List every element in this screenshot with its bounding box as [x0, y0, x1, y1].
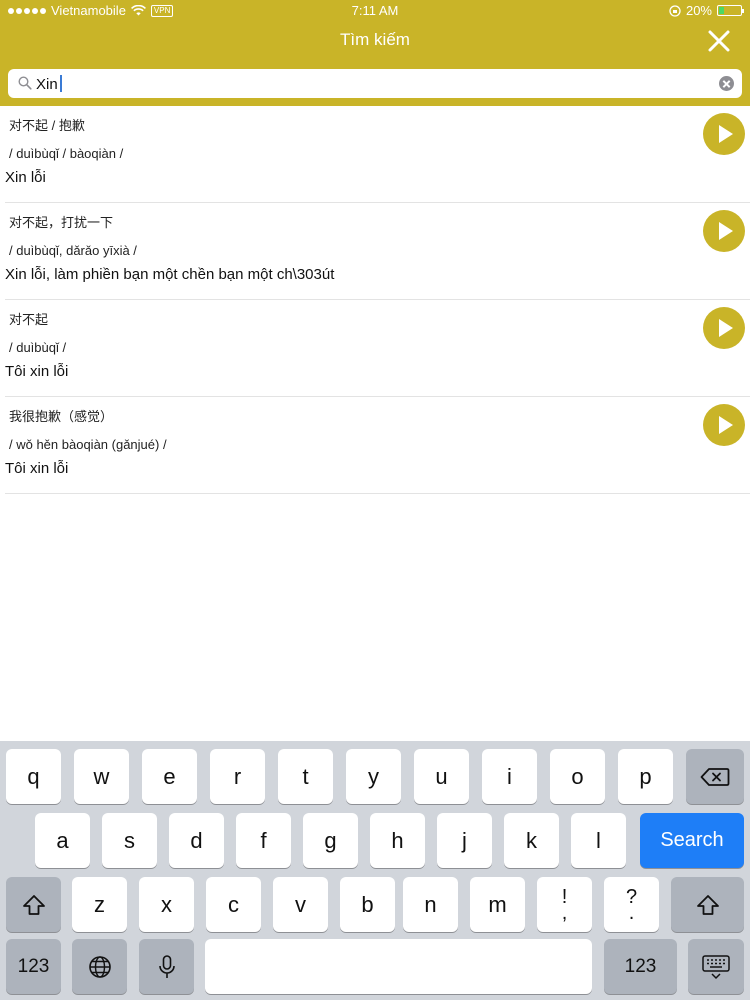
vietnamese-text: Xin lỗi	[5, 169, 46, 186]
key-r[interactable]: r	[210, 749, 265, 804]
key-m[interactable]: m	[470, 877, 525, 932]
on-screen-keyboard: q w e r t y u i o p a s d f g h j k l Se…	[0, 741, 750, 1000]
result-row[interactable]: 对不起 / duìbùqǐ / Tôi xin lỗi	[5, 300, 750, 397]
key-l[interactable]: l	[571, 813, 626, 868]
key-exclamation-comma[interactable]: !,	[537, 877, 592, 932]
numbers-key-left[interactable]: 123	[6, 939, 61, 994]
numbers-key-right[interactable]: 123	[604, 939, 677, 994]
chinese-text: 对不起，打扰一下	[9, 215, 114, 230]
shift-key-right[interactable]	[671, 877, 744, 932]
key-o[interactable]: o	[550, 749, 605, 804]
chinese-text: 对不起 / 抱歉	[9, 118, 85, 133]
result-row[interactable]: 我很抱歉（感觉） / wǒ hěn bàoqiàn (gǎnjué) / Tôi…	[5, 397, 750, 494]
key-x[interactable]: x	[139, 877, 194, 932]
shift-icon	[696, 894, 719, 915]
key-p[interactable]: p	[618, 749, 673, 804]
key-y[interactable]: y	[346, 749, 401, 804]
clear-search-icon[interactable]	[719, 76, 734, 91]
search-input[interactable]: Xin	[8, 69, 742, 98]
key-d[interactable]: d	[169, 813, 224, 868]
key-j[interactable]: j	[437, 813, 492, 868]
key-w[interactable]: w	[74, 749, 129, 804]
play-audio-icon[interactable]	[703, 210, 745, 252]
globe-key[interactable]	[72, 939, 127, 994]
hide-keyboard-key[interactable]	[688, 939, 744, 994]
rotation-lock-icon	[669, 4, 681, 17]
key-q[interactable]: q	[6, 749, 61, 804]
key-a[interactable]: a	[35, 813, 90, 868]
key-symbol-bottom: .	[628, 901, 635, 924]
search-query: Xin	[36, 76, 58, 93]
play-audio-icon[interactable]	[703, 307, 745, 349]
key-z[interactable]: z	[72, 877, 127, 932]
key-n[interactable]: n	[403, 877, 458, 932]
pinyin-text: / wǒ hěn bàoqiàn (gǎnjué) /	[9, 437, 167, 452]
search-icon	[18, 76, 32, 90]
pinyin-text: / duìbùqǐ / bàoqiàn /	[9, 146, 124, 161]
backspace-icon	[700, 767, 730, 786]
key-b[interactable]: b	[340, 877, 395, 932]
key-s[interactable]: s	[102, 813, 157, 868]
play-audio-icon[interactable]	[703, 404, 745, 446]
key-question-period[interactable]: ?.	[604, 877, 659, 932]
search-key[interactable]: Search	[640, 813, 744, 868]
backspace-key[interactable]	[686, 749, 744, 804]
pinyin-text: / duìbùqǐ, dǎrǎo yīxià /	[9, 243, 137, 258]
key-f[interactable]: f	[236, 813, 291, 868]
navigation-bar: Vietnamobile VPN 7:11 AM 20% Tìm kiếm Xi…	[0, 0, 750, 106]
results-list: 对不起 / 抱歉 / duìbùqǐ / bàoqiàn / Xin lỗi 对…	[0, 106, 750, 494]
key-k[interactable]: k	[504, 813, 559, 868]
shift-key-left[interactable]	[6, 877, 61, 932]
microphone-icon	[158, 954, 175, 978]
globe-icon	[88, 955, 111, 978]
key-e[interactable]: e	[142, 749, 197, 804]
status-time: 7:11 AM	[351, 3, 399, 18]
key-i[interactable]: i	[482, 749, 537, 804]
key-g[interactable]: g	[303, 813, 358, 868]
key-t[interactable]: t	[278, 749, 333, 804]
close-icon[interactable]	[704, 26, 734, 56]
battery-icon	[717, 5, 744, 16]
vietnamese-text: Tôi xin lỗi	[5, 460, 69, 477]
pinyin-text: / duìbùqǐ /	[9, 340, 67, 355]
chinese-text: 对不起	[9, 312, 49, 327]
play-audio-icon[interactable]	[703, 113, 745, 155]
battery-percent: 20%	[685, 3, 712, 18]
key-h[interactable]: h	[370, 813, 425, 868]
vietnamese-text: Tôi xin lỗi	[5, 363, 69, 380]
key-c[interactable]: c	[206, 877, 261, 932]
key-symbol-bottom: ,	[561, 901, 568, 924]
text-cursor	[59, 75, 62, 92]
key-u[interactable]: u	[414, 749, 469, 804]
shift-icon	[22, 894, 45, 915]
dictation-key[interactable]	[139, 939, 194, 994]
keyboard-dismiss-icon	[702, 954, 730, 979]
result-row[interactable]: 对不起 / 抱歉 / duìbùqǐ / bàoqiàn / Xin lỗi	[5, 106, 750, 203]
page-title: Tìm kiếm	[340, 30, 410, 49]
result-row[interactable]: 对不起，打扰一下 / duìbùqǐ, dǎrǎo yīxià / Xin lỗ…	[5, 203, 750, 300]
key-v[interactable]: v	[273, 877, 328, 932]
chinese-text: 我很抱歉（感觉）	[9, 409, 114, 424]
vietnamese-text: Xin lỗi, làm phiền bạn một chền bạn một …	[5, 266, 335, 283]
status-bar: Vietnamobile VPN 7:11 AM 20%	[0, 0, 750, 20]
space-key[interactable]	[205, 939, 592, 994]
